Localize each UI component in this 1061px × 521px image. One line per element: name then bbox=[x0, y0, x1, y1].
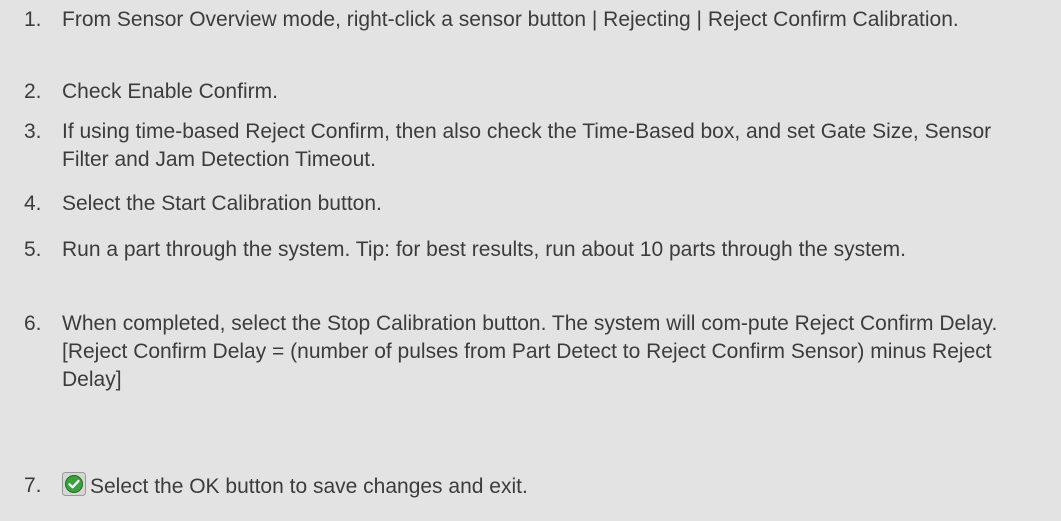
step-text: When completed, select the Stop Calibrat… bbox=[62, 312, 998, 391]
step-number: 1. bbox=[24, 8, 42, 31]
step-number: 3. bbox=[24, 120, 42, 143]
step-number: 7. bbox=[24, 474, 42, 497]
step-number: 2. bbox=[24, 80, 42, 103]
step-number: 4. bbox=[24, 192, 42, 215]
step-number: 5. bbox=[24, 238, 42, 261]
step-text: From Sensor Overview mode, right-click a… bbox=[62, 8, 959, 31]
step-number: 6. bbox=[24, 312, 42, 335]
step-text-with-icon: Select the OK button to save changes and… bbox=[62, 472, 1012, 501]
step-text: Select the OK button to save changes and… bbox=[90, 475, 528, 498]
step-text: Check Enable Confirm. bbox=[62, 80, 278, 103]
step-text: If using time-based Reject Confirm, then… bbox=[62, 120, 992, 171]
step-text: Select the Start Calibration button. bbox=[62, 192, 382, 215]
ok-checkmark-icon bbox=[62, 472, 86, 496]
instruction-steps: 1. From Sensor Overview mode, right-clic… bbox=[0, 0, 1061, 521]
step-text: Run a part through the system. Tip: for … bbox=[62, 238, 906, 261]
